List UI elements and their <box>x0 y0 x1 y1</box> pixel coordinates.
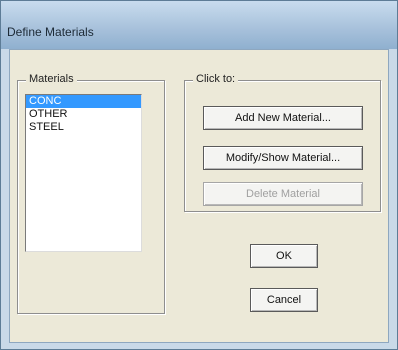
window-title: Define Materials <box>7 25 94 39</box>
ok-button[interactable]: OK <box>250 244 318 268</box>
list-item-steel[interactable]: STEEL <box>26 121 141 134</box>
title-bar[interactable]: Define Materials <box>1 1 397 49</box>
define-materials-window: Define Materials Materials CONC OTHER ST… <box>0 0 398 350</box>
actions-group-label: Click to: <box>193 73 239 85</box>
cancel-button[interactable]: Cancel <box>250 288 318 312</box>
modify-show-material-button[interactable]: Modify/Show Material... <box>203 146 363 170</box>
materials-group-label: Materials <box>26 73 77 85</box>
add-new-material-button[interactable]: Add New Material... <box>203 106 363 130</box>
list-item-conc[interactable]: CONC <box>26 95 141 108</box>
dialog-client-area: Materials CONC OTHER STEEL Click to: Add… <box>9 49 389 343</box>
materials-listbox[interactable]: CONC OTHER STEEL <box>25 94 142 252</box>
delete-material-button: Delete Material <box>203 182 363 206</box>
list-item-other[interactable]: OTHER <box>26 108 141 121</box>
